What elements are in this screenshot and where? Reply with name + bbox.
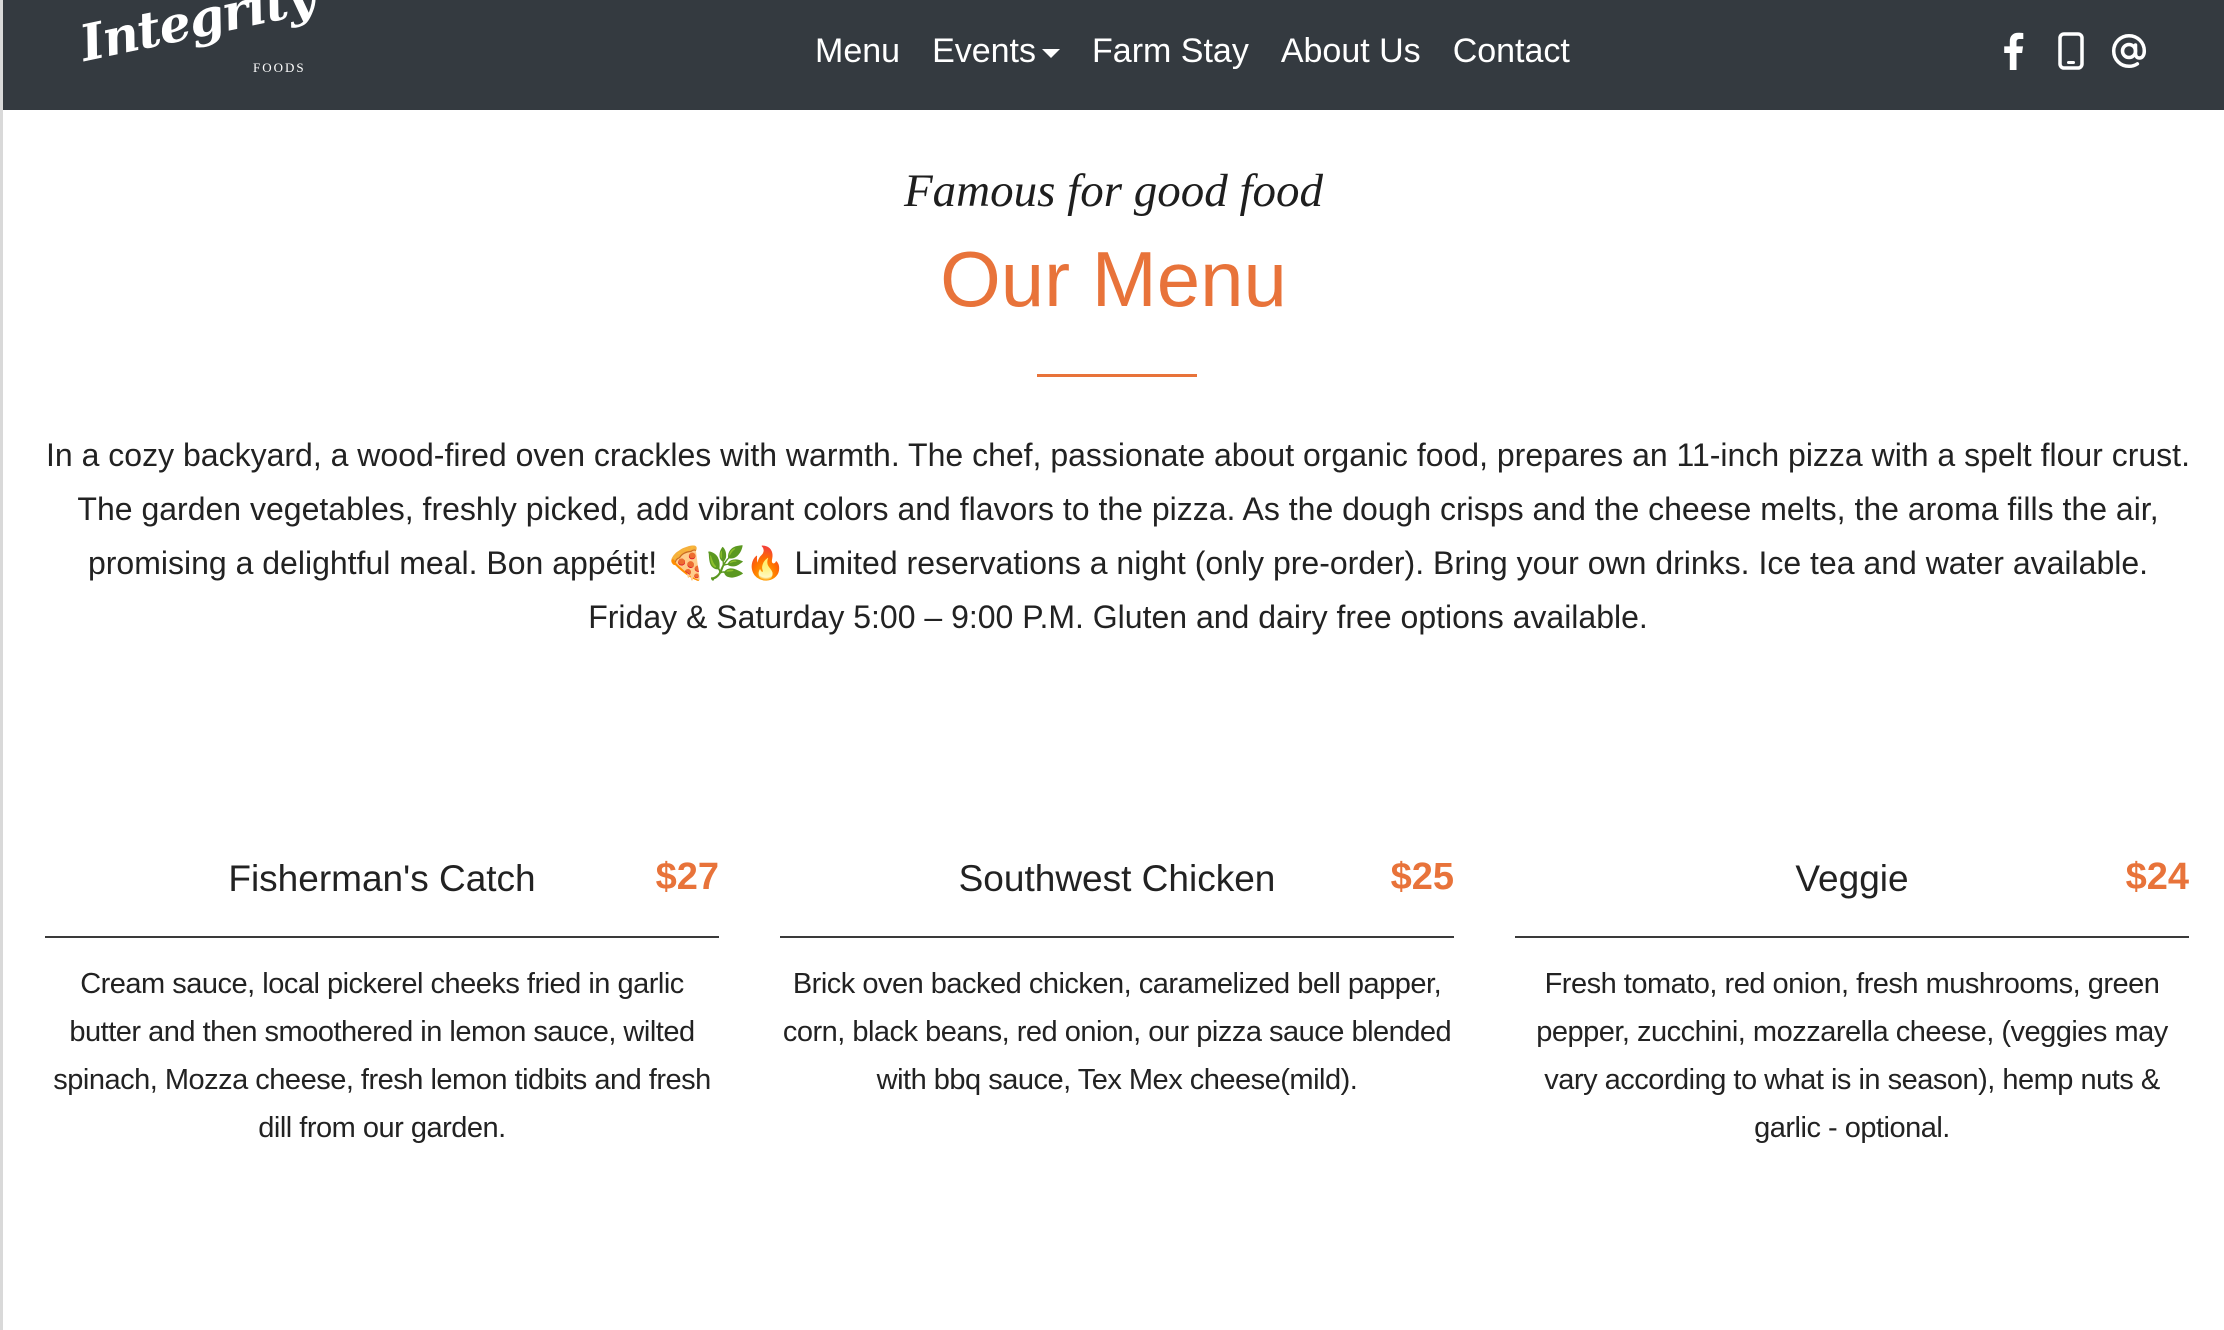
nav-link-about-us[interactable]: About Us [1281,32,1421,71]
phone-icon[interactable] [2051,29,2091,73]
menu-item-description: Fresh tomato, red onion, fresh mushrooms… [1536,968,2168,1144]
menu-item-southwest-chicken: Southwest Chicken $25 Brick oven backed … [780,854,1454,1152]
brand-subtitle: FOODS [253,60,306,75]
menu-item-fishermans-catch: Fisherman's Catch $27 Cream sauce, local… [45,854,719,1152]
menu-item-name: Southwest Chicken [958,858,1276,899]
nav-link-menu[interactable]: Menu [815,32,900,71]
nav-link-events[interactable]: Events [932,31,1061,71]
tagline: Famous for good food [903,165,1324,217]
menu-item-name: Veggie [1795,858,1909,899]
menu-item-description: Cream sauce, local pickerel cheeks fried… [53,968,711,1144]
menu-item-price: $25 [1390,856,1454,898]
menu-grid: Fisherman's Catch $27 Cream sauce, local… [45,854,2189,1152]
nav-link-contact[interactable]: Contact [1453,32,1570,71]
menu-item-name: Fisherman's Catch [228,858,536,899]
navbar: Integrity FOODS Menu Events Farm Stay Ab… [3,0,2224,110]
social-links [1993,26,2149,76]
intro-paragraph: In a cozy backyard, a wood-fired oven cr… [46,437,2190,635]
email-at-icon[interactable] [2109,29,2149,73]
menu-item-header: Southwest Chicken $25 [780,854,1454,938]
menu-item-price: $27 [655,856,719,898]
menu-item-price: $24 [2125,856,2189,898]
nav-links: Menu Events Farm Stay About Us Contact [815,26,1570,76]
facebook-icon[interactable] [1993,29,2033,73]
nav-link-farm-stay[interactable]: Farm Stay [1092,32,1249,71]
brand-logo[interactable]: Integrity FOODS [75,0,327,102]
menu-item-header: Fisherman's Catch $27 [45,854,719,938]
nav-link-events-label: Events [932,31,1037,70]
menu-item-header: Veggie $24 [1515,854,2189,938]
menu-item-veggie: Veggie $24 Fresh tomato, red onion, fres… [1515,854,2189,1152]
menu-item-description: Brick oven backed chicken, caramelized b… [782,968,1452,1096]
chevron-down-icon [1042,48,1061,58]
page-title: Our Menu [940,235,1287,323]
title-divider [1037,374,1197,377]
